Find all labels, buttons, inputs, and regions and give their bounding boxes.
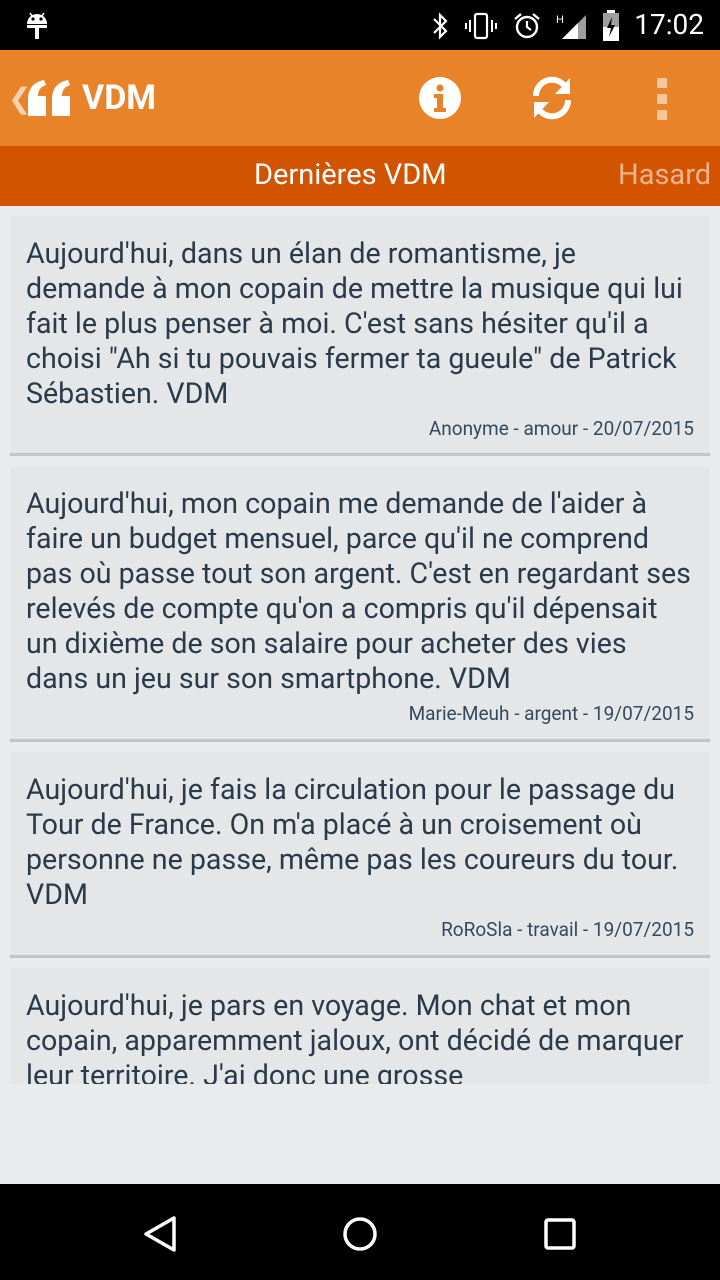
battery-icon (603, 10, 619, 41)
app-title: VDM (82, 78, 157, 118)
post-card[interactable]: Aujourd'hui, je pars en voyage. Mon chat… (10, 968, 710, 1084)
post-meta: Anonyme - amour - 20/07/2015 (428, 417, 694, 440)
status-time: 17:02 (634, 8, 704, 41)
recents-icon[interactable] (538, 1212, 582, 1256)
post-text: Aujourd'hui, je pars en voyage. Mon chat… (26, 988, 684, 1084)
refresh-icon[interactable] (528, 74, 576, 122)
post-text: Aujourd'hui, dans un élan de romantisme,… (26, 236, 683, 410)
info-icon[interactable] (418, 76, 462, 120)
app-bar: ❮ VDM (0, 50, 720, 146)
overflow-menu-icon[interactable] (654, 76, 670, 122)
home-icon[interactable] (338, 1212, 382, 1256)
post-text: Aujourd'hui, je fais la circulation pour… (26, 772, 679, 911)
post-card[interactable]: Aujourd'hui, dans un élan de romantisme,… (10, 216, 710, 456)
status-bar: H 17:02 (0, 0, 720, 50)
tab-bar: Dernières VDM Hasard (0, 146, 720, 206)
app-logo-quote-icon[interactable] (26, 74, 74, 122)
signal-h-icon: H (556, 14, 586, 39)
tab-hasard[interactable]: Hasard (618, 158, 711, 192)
post-card[interactable]: Aujourd'hui, je fais la circulation pour… (10, 752, 710, 958)
post-meta: Marie-Meuh - argent - 19/07/2015 (408, 702, 694, 725)
post-text: Aujourd'hui, mon copain me demande de l'… (26, 486, 691, 695)
alarm-icon (514, 13, 540, 39)
post-card[interactable]: Aujourd'hui, mon copain me demande de l'… (10, 466, 710, 742)
bluetooth-icon (433, 12, 448, 40)
post-feed[interactable]: Aujourd'hui, dans un élan de romantisme,… (0, 206, 720, 1084)
post-meta: RoRoSla - travail - 19/07/2015 (441, 918, 694, 941)
back-icon[interactable] (138, 1212, 182, 1256)
tab-dernieres-vdm[interactable]: Dernières VDM (254, 158, 447, 192)
vibrate-icon (465, 12, 497, 40)
navigation-bar (0, 1184, 720, 1280)
svg-text:H: H (556, 14, 564, 26)
android-icon (27, 12, 47, 39)
